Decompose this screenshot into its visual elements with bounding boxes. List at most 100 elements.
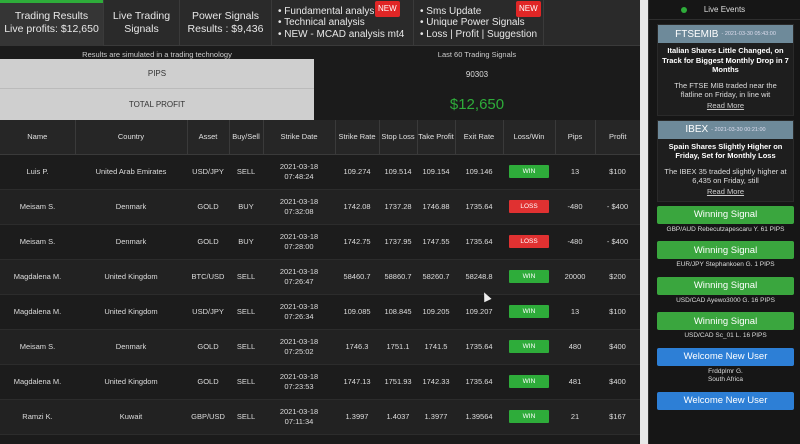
- column-header[interactable]: Loss/Win: [502, 120, 555, 155]
- cell-result: WIN: [503, 329, 555, 365]
- event-label[interactable]: Winning Signal: [657, 312, 794, 330]
- cell-profit: $200: [595, 259, 640, 295]
- cell-result: WIN: [503, 259, 555, 295]
- strike-time: 07:32:08: [284, 206, 314, 216]
- strike-date: 2021-03-18: [279, 161, 319, 171]
- winning-signal-event: Winning Signal USD/CAD Ayewo3000 G. 16 PI…: [657, 276, 794, 309]
- table-row: Meisam S. Denmark GOLD BUY 2021-03-18 07:28:0…: [0, 224, 640, 260]
- column-header[interactable]: Take Profit: [416, 120, 455, 155]
- strike-date: 2021-03-18: [279, 336, 319, 346]
- cell-name: Magdalena M.: [0, 294, 75, 330]
- pips-label: PIPS: [0, 59, 314, 89]
- result-badge: WIN: [509, 375, 549, 388]
- cell-take: 109.205: [417, 294, 455, 330]
- cell-exit: 1735.64: [455, 364, 503, 400]
- column-header[interactable]: Asset: [186, 120, 229, 155]
- news-excerpt: The IBEX 35 traded slightly higher at 6,…: [664, 166, 787, 186]
- column-header[interactable]: Strike Rate: [334, 120, 379, 155]
- cell-date: 2021-03-18 07:23:53: [263, 364, 335, 400]
- news-header: IBEX - 2021-03-30 00:21:00: [658, 120, 793, 139]
- cell-asset: GOLD: [187, 329, 229, 365]
- winning-signal-event: Winning Signal USD/CAD Sc_01 L. 16 PIPS: [657, 312, 794, 344]
- cell-date: 2021-03-18 07:28:00: [263, 224, 335, 260]
- cell-take: 1.3977: [417, 399, 455, 435]
- cell-stop: 58860.7: [379, 259, 417, 295]
- column-header[interactable]: Strike Date: [262, 120, 335, 155]
- cell-date: 2021-03-18 07:48:24: [263, 154, 335, 190]
- result-badge: WIN: [509, 410, 549, 423]
- cell-asset: USD/JPY: [187, 294, 229, 330]
- live-indicator-icon: [681, 7, 687, 13]
- cell-name: Magdalena M.: [0, 364, 75, 400]
- tab-live-trading-signals[interactable]: Live Trading Signals: [104, 0, 180, 46]
- winning-signal-event: Winning Signal EUR/JPY Stephankoen G. 1 P…: [657, 241, 794, 273]
- tab-subtitle: Live profits: $12,650: [4, 23, 99, 35]
- news-card[interactable]: FTSEMIB - 2021-03-30 05:43:00 Italian Shar…: [657, 24, 794, 116]
- cell-date: 2021-03-18 07:26:47: [263, 259, 335, 295]
- cell-take: 1747.55: [417, 224, 455, 260]
- feature-item: • Loss | Profit | Suggestion: [420, 28, 538, 40]
- cell-strike: 1742.75: [335, 224, 379, 260]
- cell-exit: 58248.8: [455, 259, 503, 295]
- cell-pips: 480: [555, 329, 595, 365]
- cell-pips: 13: [555, 154, 595, 190]
- cell-result: WIN: [503, 399, 555, 435]
- cell-profit: $400: [595, 329, 640, 365]
- event-label[interactable]: Winning Signal: [657, 205, 794, 224]
- cell-exit: 1735.64: [455, 224, 503, 260]
- cell-pips: 481: [555, 364, 595, 400]
- tab-trading-results[interactable]: Trading Results Live profits: $12,650: [0, 0, 104, 46]
- cell-stop: 1737.28: [379, 189, 417, 225]
- strike-time: 07:26:34: [284, 311, 314, 321]
- strike-time: 07:28:00: [284, 241, 314, 251]
- event-detail: USD/CAD Sc_01 L. 16 PIPS: [657, 330, 794, 344]
- strike-time: 07:48:24: [284, 171, 314, 181]
- news-headline: Italian Shares Little Changed, on Track …: [662, 46, 789, 74]
- table-row: Magdalena M. United Kingdom USD/JPY SELL 202…: [0, 294, 640, 330]
- cell-country: Denmark: [75, 329, 187, 365]
- tab-power-signals[interactable]: Power Signals Results : $9,436: [180, 0, 272, 46]
- new-badge: NEW: [516, 1, 541, 17]
- read-more-link[interactable]: Read More: [658, 186, 793, 201]
- news-excerpt: The FTSE MIB traded near the flatline on…: [674, 80, 777, 100]
- column-header[interactable]: Profit: [594, 120, 640, 155]
- tab-sms-features[interactable]: • Sms Update • Unique Power Signals • Lo…: [414, 0, 544, 46]
- strike-time: 07:25:02: [284, 346, 314, 356]
- event-label[interactable]: Welcome New User: [657, 347, 794, 366]
- tab-subtitle: Signals: [124, 23, 159, 35]
- event-detail-line: EUR/JPY Stephankoen G. 1 PIPS: [676, 261, 775, 268]
- cell-result: WIN: [503, 294, 555, 330]
- column-header[interactable]: Buy/Sell: [228, 120, 263, 155]
- news-headline: Spain Shares Slightly Higher on Friday, …: [668, 141, 783, 161]
- event-label[interactable]: Winning Signal: [657, 276, 794, 295]
- column-header[interactable]: Name: [0, 120, 75, 155]
- cell-date: 2021-03-18 07:25:02: [263, 329, 335, 365]
- cell-exit: 109.207: [455, 294, 503, 330]
- tab-subtitle: Results : $9,436: [187, 23, 264, 35]
- cell-country: United Kingdom: [75, 364, 187, 400]
- event-detail-line: GBP/AUD Rebecutzapescaru Y. 61 PIPS: [666, 225, 785, 233]
- news-card[interactable]: IBEX - 2021-03-30 00:21:00 Spain Shares Sl…: [657, 119, 794, 202]
- cell-pips: -480: [555, 189, 595, 225]
- column-header[interactable]: Stop Loss: [378, 120, 417, 155]
- column-header[interactable]: Pips: [554, 120, 595, 155]
- cell-strike: 58460.7: [335, 259, 379, 295]
- news-tag: IBEX: [685, 124, 709, 135]
- cell-profit: $400: [595, 364, 640, 400]
- event-detail-line: USD/CAD Ayewo3000 G. 16 PIPS: [676, 296, 775, 304]
- tab-analysis-features[interactable]: • Fundamental analysis • Technical analy…: [272, 0, 414, 46]
- event-label[interactable]: Welcome New User: [657, 391, 794, 410]
- column-header[interactable]: Country: [74, 120, 187, 155]
- cell-side: SELL: [229, 364, 263, 400]
- tab-title: Trading Results: [14, 10, 89, 22]
- cell-name: Magdalena M.: [0, 259, 75, 295]
- cell-profit: $100: [595, 154, 640, 190]
- cell-exit: 1.39564: [455, 399, 503, 435]
- read-more-link[interactable]: Read More: [658, 100, 793, 115]
- cell-strike: 1.3997: [335, 399, 379, 435]
- cell-side: SELL: [229, 294, 263, 330]
- event-label[interactable]: Winning Signal: [657, 241, 794, 259]
- tab-title: Power Signals: [191, 10, 260, 22]
- column-header[interactable]: Exit Rate: [454, 120, 503, 155]
- cell-result: WIN: [503, 364, 555, 400]
